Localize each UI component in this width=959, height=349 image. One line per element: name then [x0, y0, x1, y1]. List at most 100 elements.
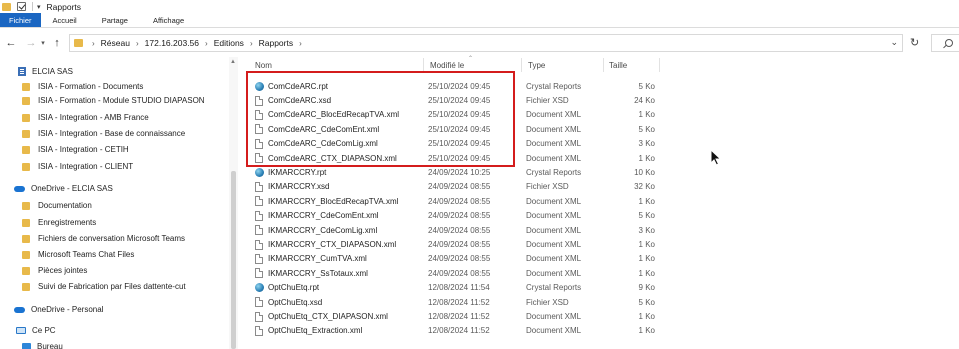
file-modified: 24/09/2024 08:55: [428, 211, 491, 221]
file-size: 10 Ko: [634, 168, 655, 178]
file-type: Document XML: [526, 225, 582, 235]
sidebar-item-isia-integration-cetih[interactable]: ISIA - Integration - CETIH: [22, 143, 129, 156]
tab-affichage[interactable]: Affichage: [141, 13, 197, 27]
file-row[interactable]: OptChuEtq_Extraction.xml 12/08/2024 11:52…: [245, 324, 665, 338]
file-name-cell: IKMARCCRY_BlocEdRecapTVA.xml: [255, 196, 398, 207]
checkmark-icon[interactable]: [17, 2, 26, 11]
search-input[interactable]: [931, 34, 959, 52]
chevron-right-icon[interactable]: ›: [250, 39, 253, 48]
file-row[interactable]: IKMARCCRY_CdeComEnt.xml 24/09/2024 08:55 D…: [245, 209, 665, 223]
file-type: Crystal Reports: [526, 168, 582, 178]
file-row[interactable]: IKMARCCRY.xsd 24/09/2024 08:55 Fichier XSD…: [245, 180, 665, 194]
sidebar-item-label: ISIA - Formation - Module STUDIO DIAPASO…: [38, 96, 205, 105]
up-arrow-icon[interactable]: ↑: [50, 37, 64, 49]
sidebar-item-label: ISIA - Integration - CLIENT: [38, 162, 134, 171]
sidebar-item-isia-formation-documents[interactable]: ISIA - Formation - Documents: [22, 80, 143, 93]
folder-icon: [22, 234, 30, 243]
file-row[interactable]: IKMARCCRY_CumTVA.xml 24/09/2024 08:55 Docu…: [245, 252, 665, 266]
sidebar-item-enregistrements[interactable]: Enregistrements: [22, 216, 96, 229]
folder-icon: [22, 201, 30, 210]
file-size: 9 Ko: [638, 283, 655, 293]
sidebar-item-isia-integration-amb-france[interactable]: ISIA - Integration - AMB France: [22, 111, 149, 124]
file-name-cell: IKMARCCRY_CTX_DIAPASON.xml: [255, 239, 396, 250]
cloud-icon: [14, 306, 25, 313]
document-icon: [255, 311, 263, 322]
tab-partage[interactable]: Partage: [90, 13, 141, 27]
tab-accueil[interactable]: Accueil: [41, 13, 90, 27]
chevron-right-icon[interactable]: ›: [136, 39, 139, 48]
file-modified: 24/09/2024 08:55: [428, 225, 491, 235]
scroll-up-icon[interactable]: ▲: [230, 59, 236, 65]
building-icon: [18, 67, 26, 76]
sidebar-item-label: Pièces jointes: [38, 266, 88, 275]
file-modified: 24/09/2024 08:55: [428, 182, 491, 192]
title-bar: ▾ Rapports: [0, 0, 959, 13]
folder-icon: [22, 145, 30, 154]
sidebar-item-label: OneDrive - Personal: [31, 305, 104, 314]
chevron-right-icon[interactable]: ›: [299, 39, 302, 48]
document-icon: [255, 181, 263, 192]
file-row[interactable]: IKMARCCRY_CdeComLig.xml 24/09/2024 08:55 D…: [245, 223, 665, 237]
breadcrumb-editions[interactable]: Editions: [214, 38, 244, 48]
navigation-scrollbar[interactable]: ▲: [229, 57, 238, 349]
file-type: Crystal Reports: [526, 81, 582, 91]
file-name: IKMARCCRY.rpt: [268, 168, 327, 178]
refresh-icon[interactable]: ↻: [910, 36, 919, 49]
file-type: Document XML: [526, 139, 582, 149]
column-header-type[interactable]: Type: [528, 57, 545, 73]
folder-icon: [22, 266, 30, 275]
file-row[interactable]: OptChuEtq_CTX_DIAPASON.xml 12/08/2024 11:…: [245, 309, 665, 323]
sidebar-item-label: Fichiers de conversation Microsoft Teams: [38, 234, 186, 243]
chevron-down-icon[interactable]: ⌄: [890, 37, 898, 48]
column-divider[interactable]: [521, 58, 522, 72]
file-name-cell: OptChuEtq.xsd: [255, 297, 323, 308]
sidebar-item-isia-integration-base-de-connaissance[interactable]: ISIA - Integration - Base de connaissanc…: [22, 127, 185, 140]
file-name-cell: OptChuEtq.rpt: [255, 283, 319, 293]
file-size: 5 Ko: [638, 297, 655, 307]
forward-arrow-icon[interactable]: →: [24, 37, 38, 49]
file-row[interactable]: OptChuEtq.rpt 12/08/2024 11:54 Crystal Rep…: [245, 281, 665, 295]
sidebar-item-onedrive-personal[interactable]: OneDrive - Personal: [14, 303, 103, 316]
breadcrumb-rapports[interactable]: Rapports: [259, 38, 294, 48]
crystal-reports-icon: [255, 168, 264, 178]
address-bar-row: ← → ▾ ↑ › Réseau › 172.16.203.56 › Editi…: [0, 30, 959, 56]
quick-access-dropdown-icon[interactable]: ▾: [37, 3, 41, 11]
sidebar-item-elcia-sas[interactable]: ELCIA SAS: [18, 65, 73, 78]
file-row[interactable]: IKMARCCRY.rpt 24/09/2024 10:25 Crystal Rep…: [245, 165, 665, 179]
file-name: OptChuEtq.xsd: [268, 297, 323, 307]
sidebar-item-suivi-de-fabrication-par-files-dattente-cut[interactable]: Suivi de Fabrication par Files dattente-…: [22, 280, 186, 293]
sidebar-item-bureau[interactable]: Bureau: [22, 340, 63, 349]
file-size: 3 Ko: [638, 225, 655, 235]
sidebar-item-ce-pc[interactable]: Ce PC: [16, 324, 56, 337]
sidebar-item-pi-ces-jointes[interactable]: Pièces jointes: [22, 264, 87, 277]
sidebar-item-label: Documentation: [38, 201, 92, 210]
tab-fichier[interactable]: Fichier: [0, 13, 41, 27]
sidebar-item-label: Ce PC: [32, 326, 56, 335]
file-size: 1 Ko: [638, 153, 655, 163]
sidebar-item-isia-formation-module-studio-diapason[interactable]: ISIA - Formation - Module STUDIO DIAPASO…: [22, 94, 205, 107]
sidebar-item-isia-integration-client[interactable]: ISIA - Integration - CLIENT: [22, 160, 133, 173]
file-row[interactable]: OptChuEtq.xsd 12/08/2024 11:52 Fichier XSD…: [245, 295, 665, 309]
sidebar-item-label: Suivi de Fabrication par Files dattente-…: [38, 282, 186, 291]
back-arrow-icon[interactable]: ←: [4, 37, 18, 49]
file-row[interactable]: IKMARCCRY_SsTotaux.xml 24/09/2024 08:55 Do…: [245, 266, 665, 280]
file-type: Document XML: [526, 326, 582, 336]
file-modified: 24/09/2024 08:55: [428, 254, 491, 264]
column-header-size[interactable]: Taille: [609, 57, 627, 73]
column-divider[interactable]: [603, 58, 604, 72]
column-divider[interactable]: [659, 58, 660, 72]
breadcrumb-host[interactable]: 172.16.203.56: [145, 38, 199, 48]
address-field[interactable]: › Réseau › 172.16.203.56 › Editions › Ra…: [69, 34, 903, 52]
sidebar-item-onedrive-elcia-sas[interactable]: OneDrive - ELCIA SAS: [14, 182, 113, 195]
sidebar-item-microsoft-teams-chat-files[interactable]: Microsoft Teams Chat Files: [22, 248, 134, 261]
file-row[interactable]: IKMARCCRY_CTX_DIAPASON.xml 24/09/2024 08:…: [245, 237, 665, 251]
sidebar-item-documentation[interactable]: Documentation: [22, 199, 92, 212]
column-divider[interactable]: [423, 58, 424, 72]
sidebar-item-fichiers-de-conversation-microsoft-teams[interactable]: Fichiers de conversation Microsoft Teams: [22, 232, 185, 245]
recent-locations-chevron-icon[interactable]: ▾: [38, 39, 48, 47]
file-row[interactable]: IKMARCCRY_BlocEdRecapTVA.xml 24/09/2024 0…: [245, 194, 665, 208]
breadcrumb-reseau[interactable]: Réseau: [101, 38, 130, 48]
chevron-right-icon[interactable]: ›: [205, 39, 208, 48]
chevron-right-icon[interactable]: ›: [92, 39, 95, 48]
scrollbar-thumb[interactable]: [231, 171, 236, 349]
